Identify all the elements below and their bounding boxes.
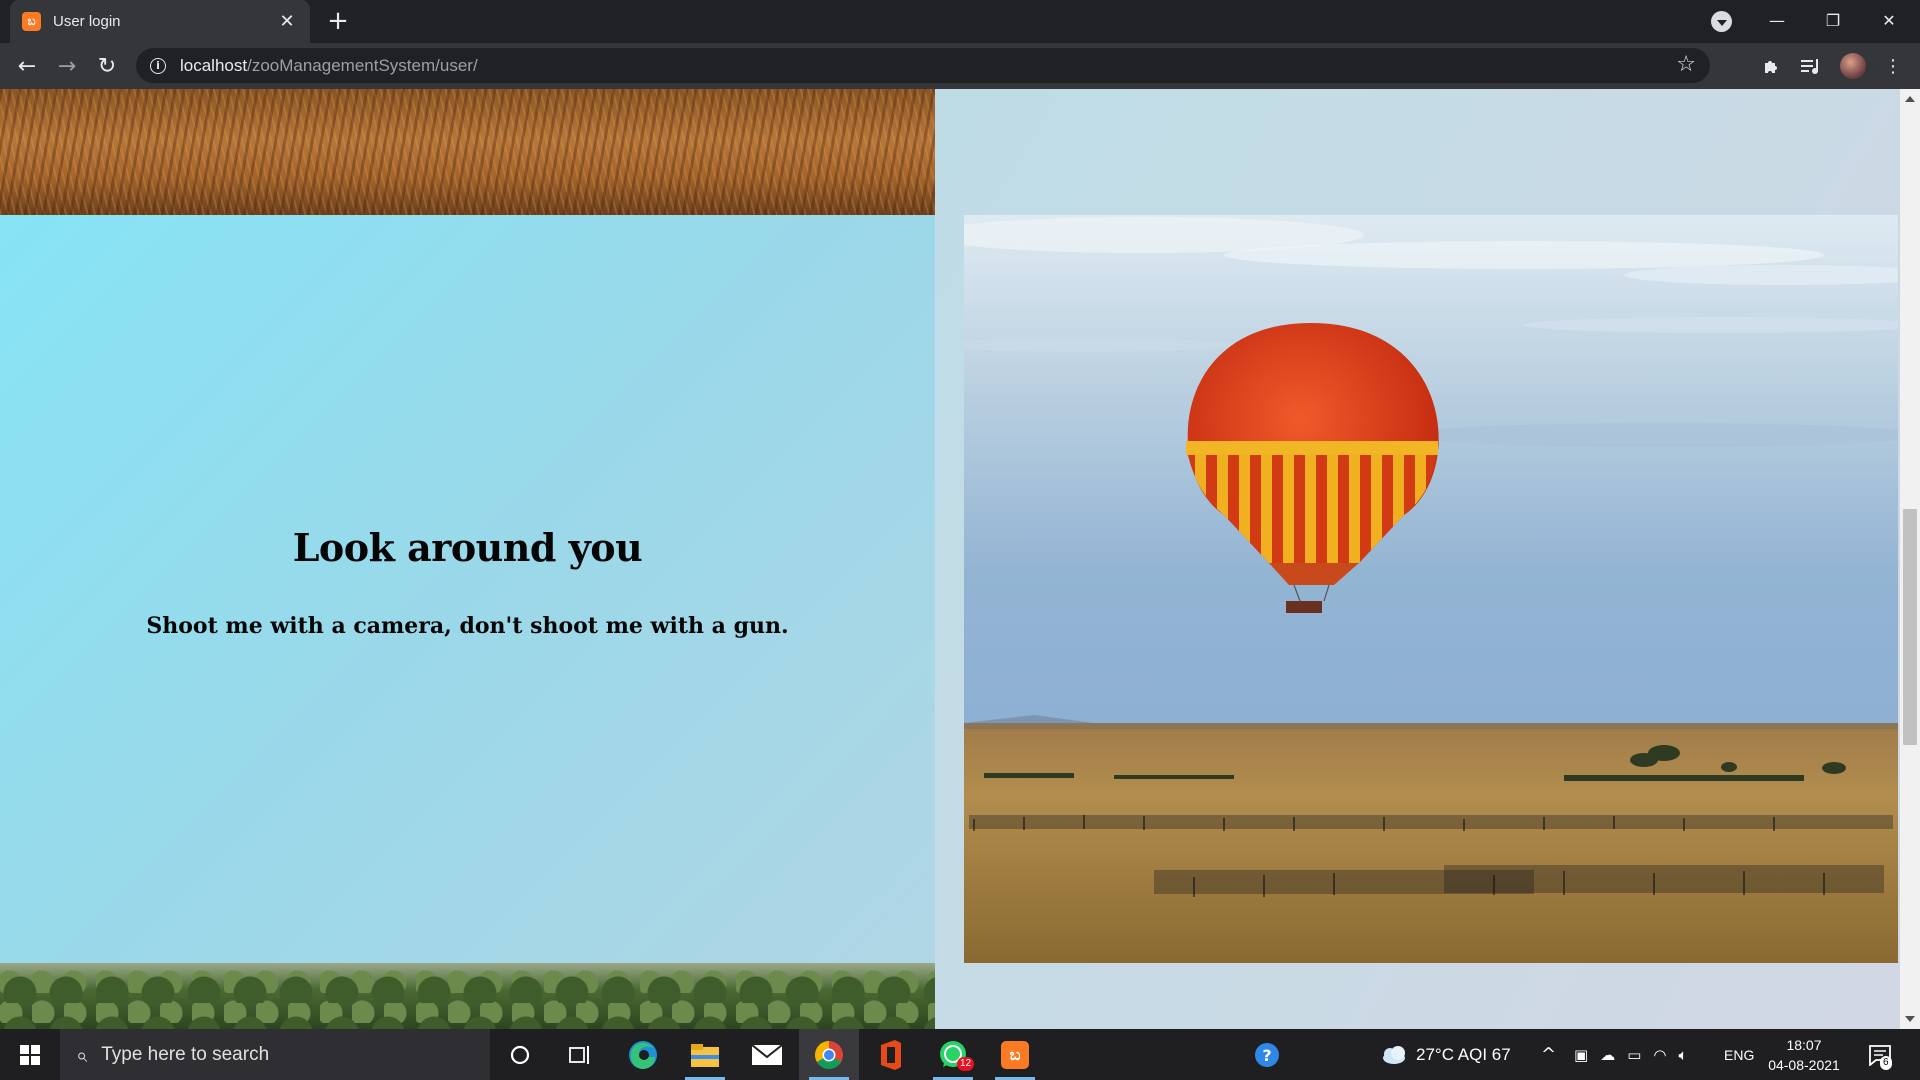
cortana-icon[interactable] [490, 1029, 550, 1080]
media-queue-icon[interactable] [1797, 52, 1825, 80]
url-host: localhost [180, 55, 248, 75]
system-tray: ▣ ☁ ▭ ◠ 🔈︎ [1574, 1029, 1687, 1080]
url-text[interactable]: localhost/zooManagementSystem/user/ [180, 56, 478, 76]
windows-taskbar: ⌕ Type here to search 12 ಬ ? 27°C AQI 67… [0, 1029, 1920, 1080]
address-bar[interactable]: i localhost/zooManagementSystem/user/ ☆ [136, 48, 1710, 83]
weather-cloud-icon [1383, 1045, 1405, 1064]
new-tab-button[interactable]: + [322, 5, 354, 37]
bookmark-star-icon[interactable]: ☆ [1676, 52, 1696, 77]
scroll-down-arrow-icon[interactable] [1905, 1016, 1915, 1022]
scrollbar-thumb[interactable] [1903, 509, 1917, 745]
file-explorer-icon[interactable] [675, 1029, 735, 1080]
volume-icon[interactable]: 🔈︎ [1678, 1046, 1687, 1064]
site-info-icon[interactable]: i [150, 57, 166, 74]
reload-icon[interactable]: ↻ [91, 50, 123, 82]
task-view-icon[interactable] [550, 1029, 610, 1080]
forest-image [0, 963, 935, 1029]
page-viewport: Look around you Shoot me with a camera, … [0, 89, 1920, 1029]
taskbar-search-input[interactable]: ⌕ Type here to search [60, 1029, 490, 1080]
help-icon[interactable]: ? [1237, 1029, 1297, 1080]
panel-quote: Shoot me with a camera, don't shoot me w… [146, 613, 789, 639]
scroll-up-arrow-icon[interactable] [1905, 96, 1915, 102]
chrome-menu-icon[interactable]: ⋮ [1879, 52, 1907, 80]
clock[interactable]: 18:07 04-08-2021 [1762, 1035, 1846, 1075]
panel-heading: Look around you [292, 525, 643, 570]
profile-avatar[interactable] [1839, 52, 1867, 80]
browser-toolbar: ← → ↻ i localhost/zooManagementSystem/us… [0, 43, 1920, 89]
wifi-icon[interactable]: ◠ [1653, 1046, 1666, 1064]
restore-button[interactable]: ❐ [1805, 0, 1861, 40]
office-icon[interactable] [861, 1029, 921, 1080]
forward-arrow-icon[interactable]: → [51, 50, 83, 82]
search-placeholder: Type here to search [101, 1043, 270, 1065]
weather-text: 27°C AQI 67 [1416, 1044, 1511, 1064]
meet-now-icon[interactable]: ▣ [1574, 1046, 1588, 1064]
balloon-safari-image [964, 215, 1898, 963]
extensions-puzzle-icon[interactable] [1758, 52, 1786, 80]
mail-icon[interactable] [737, 1029, 797, 1080]
close-tab-icon[interactable]: ✕ [276, 11, 298, 32]
language-indicator[interactable]: ENG [1724, 1029, 1754, 1080]
close-window-button[interactable]: ✕ [1861, 0, 1917, 40]
xampp-favicon-icon: ಬ [22, 12, 41, 31]
xampp-icon[interactable]: ಬ [985, 1029, 1045, 1080]
whatsapp-icon[interactable]: 12 [923, 1029, 983, 1080]
whatsapp-badge: 12 [957, 1057, 975, 1071]
tab-user-login[interactable]: ಬ User login ✕ [10, 0, 310, 43]
notification-center-icon[interactable]: 6 [1868, 1029, 1892, 1080]
minimize-button[interactable]: — [1749, 0, 1805, 40]
tab-title: User login [53, 13, 121, 30]
clock-time: 18:07 [1786, 1037, 1822, 1053]
show-hidden-icons-icon[interactable]: ^ [1541, 1029, 1556, 1080]
screen: ಬ User login ✕ + — ❐ ✕ ← → ↻ i localhost… [0, 0, 1920, 1080]
edge-browser-icon[interactable] [613, 1029, 673, 1080]
onedrive-icon[interactable]: ☁ [1600, 1046, 1615, 1064]
quote-panel [0, 215, 935, 963]
page-scrollbar[interactable] [1900, 89, 1920, 1029]
battery-icon[interactable]: ▭ [1627, 1046, 1641, 1064]
clock-date: 04-08-2021 [1768, 1057, 1840, 1073]
weather-widget[interactable]: 27°C AQI 67 [1380, 1029, 1511, 1080]
windows-start-icon[interactable] [0, 1029, 60, 1080]
search-icon: ⌕ [76, 1042, 88, 1067]
url-path: /zooManagementSystem/user/ [247, 55, 478, 75]
back-arrow-icon[interactable]: ← [11, 50, 43, 82]
notification-count: 6 [1880, 1056, 1892, 1070]
dry-grass-image [0, 89, 935, 215]
svg-text:?: ? [1262, 1046, 1271, 1065]
tab-search-icon[interactable] [1711, 11, 1732, 32]
browser-tabstrip: ಬ User login ✕ + — ❐ ✕ [0, 0, 1920, 43]
chrome-icon[interactable] [799, 1029, 859, 1080]
